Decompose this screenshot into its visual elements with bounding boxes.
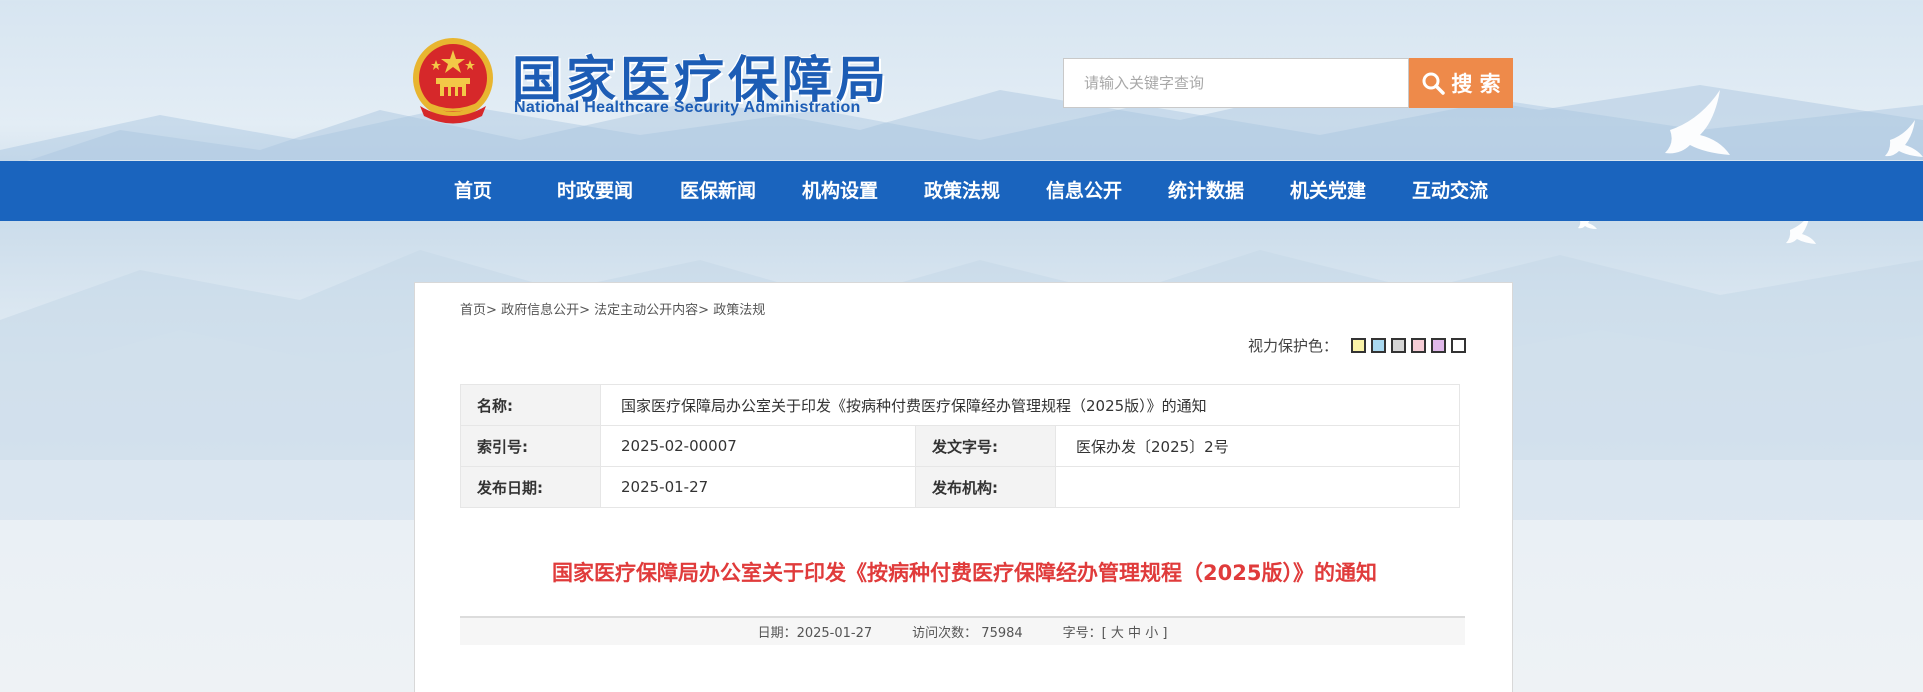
site-name-en: National Healthcare Security Administrat… (514, 99, 861, 116)
nav-item-policies[interactable]: 政策法规 (924, 161, 1000, 221)
info-org-label: 发布机构: (915, 466, 1056, 508)
swatch-white[interactable] (1451, 337, 1466, 353)
search-input[interactable] (1063, 58, 1409, 108)
visits-label: 访问次数： (912, 626, 978, 641)
nav-item-interaction[interactable]: 互动交流 (1412, 161, 1488, 221)
content-panel: 首页> 政府信息公开> 法定主动公开内容> 政策法规 视力保护色： 名称: 国家… (414, 282, 1513, 692)
swatch-purple[interactable] (1431, 337, 1446, 353)
breadcrumb: 首页> 政府信息公开> 法定主动公开内容> 政策法规 (460, 299, 765, 318)
article-meta-bar: 日期：2025-01-27 访问次数： 75984 字号：[ 大 中 小 ] (460, 616, 1465, 645)
nav-item-home[interactable]: 首页 (454, 161, 492, 221)
breadcrumb-item-home[interactable]: 首页 (460, 303, 486, 318)
font-size-label: 字号：[ (1062, 626, 1107, 641)
breadcrumb-item-gov-info[interactable]: 政府信息公开 (501, 303, 579, 318)
font-size-small[interactable]: 小 (1145, 626, 1158, 641)
swatch-pink[interactable] (1411, 337, 1426, 353)
font-size-end: ] (1162, 626, 1168, 641)
table-row: 发布日期: 2025-01-27 发布机构: (460, 466, 1460, 508)
info-docno-label: 发文字号: (915, 425, 1056, 467)
info-docno-value: 医保办发〔2025〕2号 (1055, 425, 1460, 467)
nav-item-news-politics[interactable]: 时政要闻 (557, 161, 633, 221)
nav-item-info-disclosure[interactable]: 信息公开 (1046, 161, 1122, 221)
vision-label: 视力保护色： (1247, 336, 1338, 355)
swatch-gray[interactable] (1391, 337, 1406, 353)
breadcrumb-item-mandatory[interactable]: 法定主动公开内容 (594, 303, 698, 318)
font-size-large[interactable]: 大 (1111, 626, 1124, 641)
article-title: 国家医疗保障局办公室关于印发《按病种付费医疗保障经办管理规程（2025版）》的通… (552, 561, 1377, 585)
font-size-control: 字号：[ 大 中 小 ] (1063, 622, 1168, 641)
breadcrumb-item-policies[interactable]: 政策法规 (713, 303, 765, 318)
visits-count: 75984 (981, 626, 1023, 641)
vision-protection: 视力保护色： (1248, 335, 1466, 355)
info-date-value: 2025-01-27 (600, 466, 916, 508)
swatch-yellow[interactable] (1351, 337, 1366, 353)
national-emblem-icon (413, 38, 493, 124)
article-visits: 访问次数： 75984 (912, 622, 1023, 641)
breadcrumb-separator: > (698, 303, 710, 318)
search-icon (1422, 72, 1446, 95)
breadcrumb-separator: > (486, 303, 497, 318)
nav-item-party-building[interactable]: 机关党建 (1290, 161, 1366, 221)
nav-item-statistics[interactable]: 统计数据 (1168, 161, 1244, 221)
nav-item-insurance-news[interactable]: 医保新闻 (680, 161, 756, 221)
main-nav: 首页 时政要闻 医保新闻 机构设置 政策法规 信息公开 统计数据 机关党建 互动… (0, 161, 1923, 221)
info-name-value: 国家医疗保障局办公室关于印发《按病种付费医疗保障经办管理规程（2025版）》的通… (600, 384, 1460, 426)
nav-item-organization[interactable]: 机构设置 (802, 161, 878, 221)
site-header: 国家医疗保障局 National Healthcare Security Adm… (0, 0, 1923, 160)
table-row: 名称: 国家医疗保障局办公室关于印发《按病种付费医疗保障经办管理规程（2025版… (460, 384, 1460, 426)
font-size-medium[interactable]: 中 (1128, 626, 1141, 641)
info-index-label: 索引号: (460, 425, 601, 467)
document-info-table: 名称: 国家医疗保障局办公室关于印发《按病种付费医疗保障经办管理规程（2025版… (460, 384, 1460, 508)
article-date: 日期：2025-01-27 (757, 626, 873, 641)
info-date-label: 发布日期: (460, 466, 601, 508)
breadcrumb-separator: > (579, 303, 590, 318)
info-org-value (1055, 466, 1460, 508)
search-button-label: 搜 索 (1451, 72, 1501, 96)
search-button[interactable]: 搜 索 (1409, 58, 1513, 108)
info-index-value: 2025-02-00007 (600, 425, 916, 467)
info-name-label: 名称: (460, 384, 601, 426)
table-row: 索引号: 2025-02-00007 发文字号: 医保办发〔2025〕2号 (460, 425, 1460, 467)
swatch-blue[interactable] (1371, 337, 1386, 353)
